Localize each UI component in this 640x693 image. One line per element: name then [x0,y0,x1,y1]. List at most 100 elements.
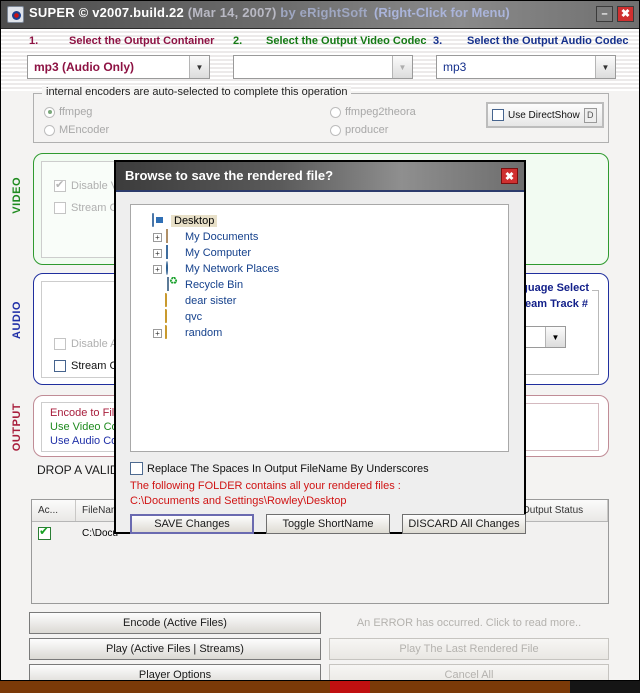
expand-box-icon [153,281,162,290]
internal-encoders-group: internal encoders are auto-selected to c… [33,86,609,143]
replace-spaces-checkbox[interactable] [130,462,143,475]
browse-save-dialog: Browse to save the rendered file? ✖ Desk… [114,160,526,534]
radio-dot-icon [330,124,341,136]
tree-item-dear-sister[interactable]: dear sister [139,293,508,309]
expand-box-icon [153,297,162,306]
encode-to-file-label[interactable]: Encode to File [50,407,120,419]
selector-3-label: Select the Output Audio Codec [467,35,629,47]
folder-tree-panel[interactable]: Desktop + My Documents + My Computer + M… [130,204,509,452]
output-video-codec-combo[interactable]: ▼ [233,55,413,79]
error-status-button[interactable]: An ERROR has occurred. Click to read mor… [329,612,609,634]
selector-1-label: Select the Output Container [69,35,215,47]
radio-ffmpeg[interactable]: ffmpeg [44,106,92,118]
window-title: SUPER © v2007.build.22 (Mar 14, 2007) by… [29,5,367,20]
tree-label-my-network-places: My Network Places [185,263,280,275]
title-date: (Mar 14, 2007) [187,5,281,20]
replace-spaces-row[interactable]: Replace The Spaces In Output FileName By… [130,462,429,475]
tree-label-my-computer: My Computer [185,247,252,259]
toggle-shortname-button[interactable]: Toggle ShortName [266,514,390,534]
selector-1-number: 1. [29,35,39,47]
row-active-checkbox[interactable] [38,526,51,540]
tree-label-qvc: qvc [185,311,203,323]
audio-stream-copy-checkbox[interactable] [54,360,66,372]
output-audio-codec-value: mp3 [443,60,467,74]
folder-icon [165,293,181,308]
discard-changes-button[interactable]: DISCARD All Changes [402,514,526,534]
tree-item-my-documents[interactable]: + My Documents [139,229,508,245]
radio-producer-label: producer [345,124,389,136]
tree-label-desktop: Desktop [171,215,218,227]
taskbar-strip [0,681,640,693]
disable-audio-checkbox[interactable] [54,338,66,350]
title-bar[interactable]: SUPER © v2007.build.22 (Mar 14, 2007) by… [1,1,639,29]
directshow-checkbox[interactable] [492,109,504,121]
folder-tree: Desktop + My Documents + My Computer + M… [131,205,508,341]
player-options-button[interactable]: Player Options [29,664,321,680]
minimize-icon: – [601,8,608,20]
computer-icon [165,245,181,260]
use-directshow-toggle[interactable]: Use DirectShow D [486,102,604,128]
column-header-active[interactable]: Ac... [32,500,76,521]
tree-item-desktop[interactable]: Desktop [139,213,508,229]
tree-item-my-computer[interactable]: + My Computer [139,245,508,261]
app-logo-icon [7,6,24,23]
network-icon [165,261,181,276]
radio-ffmpeg2theora[interactable]: ffmpeg2theora [330,106,416,118]
title-main: SUPER © v2007.build.22 [29,5,188,20]
taskbar-segment-2 [330,681,370,693]
dialog-titlebar[interactable]: Browse to save the rendered file? ✖ [116,162,524,192]
radio-mencoder[interactable]: MEncoder [44,124,109,136]
expand-box-icon[interactable]: + [153,248,162,258]
tree-label-random: random [185,327,223,339]
chevron-down-icon[interactable]: ▼ [392,56,412,78]
section-label-video: VIDEO [11,177,23,214]
expand-box-icon[interactable]: + [153,264,162,274]
chevron-down-icon[interactable]: ▼ [545,327,565,347]
desktop-icon [151,213,167,228]
replace-spaces-label: Replace The Spaces In Output FileName By… [147,462,429,475]
directshow-label: Use DirectShow [508,109,580,121]
expand-box-icon[interactable]: + [153,232,162,242]
chevron-down-icon[interactable]: ▼ [595,56,615,78]
folder-path-text: C:\Documents and Settings\Rowley\Desktop [130,495,347,507]
save-changes-button[interactable]: SAVE Changes [130,514,254,534]
selector-2-number: 2. [233,35,243,47]
radio-mencoder-label: MEncoder [59,124,110,136]
chevron-down-icon[interactable]: ▼ [189,56,209,78]
tree-label-recycle-bin: Recycle Bin [185,279,244,291]
encode-button[interactable]: Encode (Active Files) [29,612,321,634]
tree-item-recycle-bin[interactable]: Recycle Bin [139,277,508,293]
tree-item-qvc[interactable]: qvc [139,309,508,325]
folder-note-text: The following FOLDER contains all your r… [130,480,401,492]
expand-box-icon [139,217,148,226]
cancel-all-button[interactable]: Cancel All [329,664,609,680]
play-button[interactable]: Play (Active Files | Streams) [29,638,321,660]
output-container-combo[interactable]: mp3 (Audio Only) ▼ [27,55,210,79]
directshow-badge: D [583,107,597,123]
radio-dot-icon [44,106,55,118]
disable-video-checkbox[interactable] [54,178,66,192]
play-last-rendered-button[interactable]: Play The Last Rendered File [329,638,609,660]
row-active-cell[interactable] [32,526,76,540]
documents-folder-icon [165,229,181,244]
section-label-audio: AUDIO [11,301,23,339]
selector-3-number: 3. [433,35,443,47]
radio-producer[interactable]: producer [330,124,388,136]
output-audio-codec-combo[interactable]: mp3 ▼ [436,55,616,79]
taskbar-segment-3 [370,681,570,693]
column-header-status[interactable]: Output Status [516,500,608,521]
dialog-close-button[interactable]: ✖ [501,168,518,184]
drop-valid-file-hint: DROP A VALID [37,463,119,477]
expand-box-icon[interactable]: + [153,328,162,338]
video-stream-copy-checkbox[interactable] [54,202,66,214]
radio-dot-icon [330,106,341,118]
output-selectors-row: 1. Select the Output Container mp3 (Audi… [1,29,639,91]
close-button[interactable]: ✖ [617,6,634,22]
minimize-button[interactable]: – [596,6,613,22]
tree-item-my-network-places[interactable]: + My Network Places [139,261,508,277]
recycle-bin-icon [165,277,181,292]
tree-label-my-documents: My Documents [185,231,259,243]
close-icon: ✖ [504,170,515,183]
tree-item-random[interactable]: + random [139,325,508,341]
radio-ffmpeg2theora-label: ffmpeg2theora [345,106,416,118]
